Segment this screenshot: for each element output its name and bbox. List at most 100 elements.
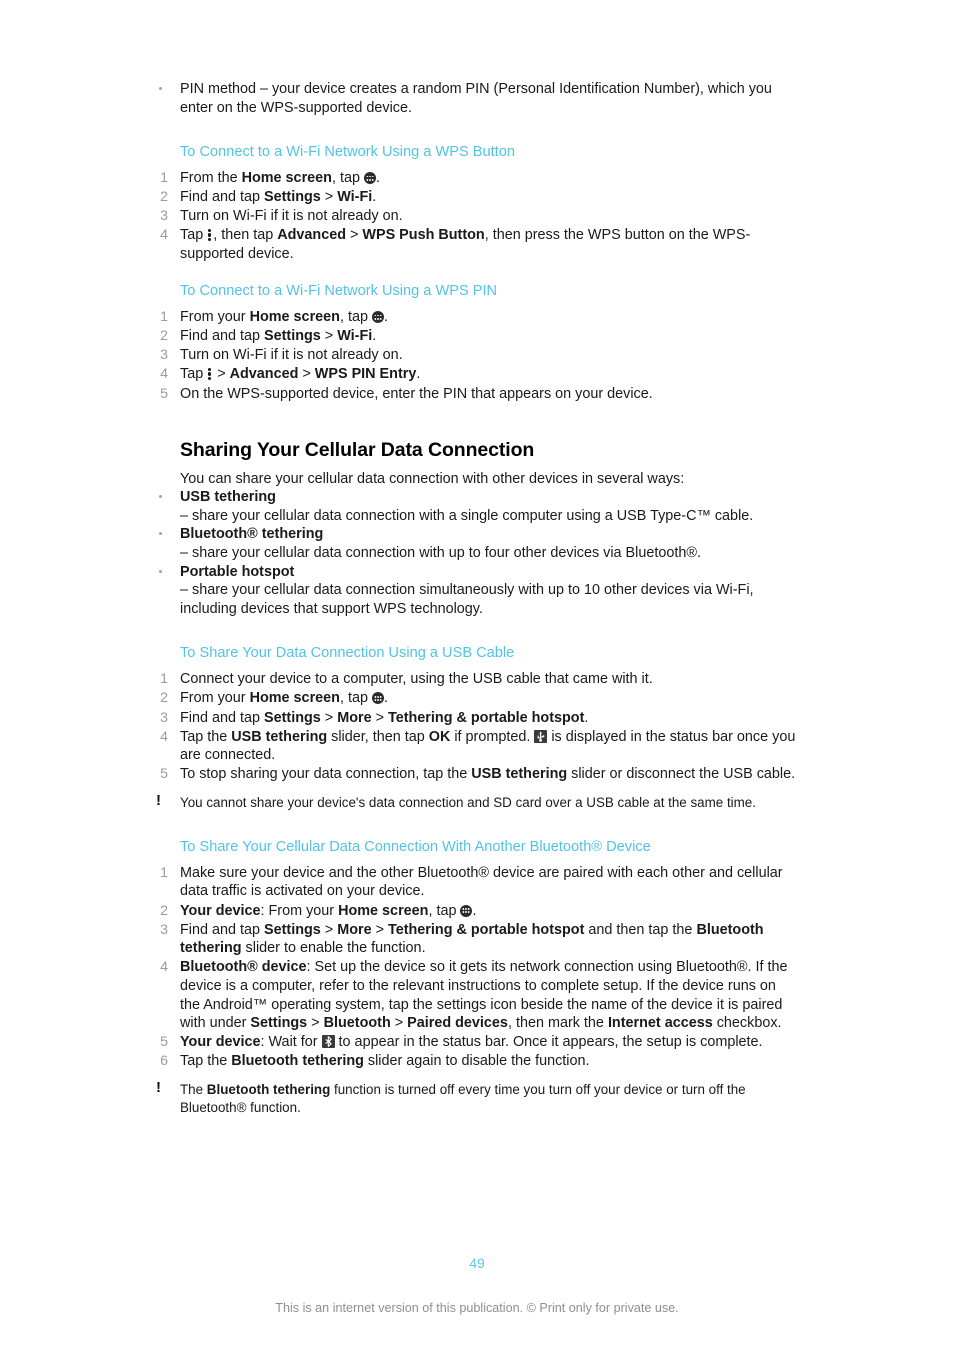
list-item: 1 Connect your device to a computer, usin… [150,670,798,689]
note-text: You cannot share your device's data conn… [180,795,756,810]
emphasis-text: Tethering & portable hotspot [388,709,585,726]
list-item: 3 Find and tap Settings > More > Tetherin… [150,709,798,728]
emphasis-text: Settings [264,921,321,938]
list-item-number: 2 [160,690,168,707]
list-item: 2 From your Home screen, tap . [150,689,798,708]
bullet-description: – share your cellular data connection wi… [180,507,754,524]
list-item-number: 3 [160,208,168,225]
list-item: 2 Your device: From your Home screen, tap… [150,902,798,921]
list-item: 1 Make sure your device and the other Blu… [150,864,798,901]
emphasis-text: Settings [250,1015,308,1032]
list-item-text: From your Home screen, tap . [180,690,388,706]
text-run: > [320,921,338,938]
list-item: 1 From your Home screen, tap . [150,308,798,327]
bullet-dot-icon [159,532,162,536]
text-run: . [416,366,421,383]
list-item-number: 3 [160,921,168,938]
emphasis-text: Settings [264,189,321,206]
text-run: slider to enable the function. [241,940,426,957]
list-item: 1 From the Home screen, tap . [150,169,798,188]
list-item-number: 3 [160,709,168,726]
list-item-text: Tap > Advanced > WPS PIN Entry. [180,366,420,382]
list-item: 3 Turn on Wi-Fi if it is not already on. [150,207,798,226]
text-run: . [383,309,388,326]
bluetooth-status-icon [321,1035,335,1049]
text-run: : Wait for [260,1034,322,1051]
bullet-description: – share your cellular data connection si… [180,582,754,617]
list-item: 4 Tap , then tap Advanced > WPS Push Butt… [150,226,798,263]
document-page: PIN method – your device creates a rando… [0,0,954,1350]
emphasis-text: Your device [180,1034,261,1051]
emphasis-text: Wi-Fi [337,189,373,206]
emphasis-text: USB tethering [471,766,568,783]
overflow-menu-icon [208,367,212,381]
emphasis-text: WPS Push Button [362,227,485,244]
text-run: slider, then tap [327,728,429,745]
sharing-methods-list: USB tethering – share your cellular data … [150,488,798,618]
list-item: 5 Your device: Wait for to appear in the … [150,1033,798,1052]
list-item: 5 To stop sharing your data connection, t… [150,765,798,784]
list-item: 2 Find and tap Settings > Wi-Fi. [150,327,798,346]
app-drawer-icon [371,692,384,705]
emphasis-text: Home screen [249,309,340,326]
exclamation-icon: ! [156,792,161,810]
exclamation-icon: ! [156,1079,161,1097]
bullet-term: Portable hotspot [180,563,295,580]
emphasis-text: Internet access [607,1015,713,1032]
list-item-number: 5 [160,766,168,783]
text-run: To stop sharing your data connection, ta… [180,766,472,783]
text-run: > [371,921,388,938]
text-run: Tap [180,227,208,244]
list-item: Bluetooth® tethering – share your cellula… [150,525,798,562]
text-run: . [472,902,477,919]
text-run: On the WPS-supported device, enter the P… [180,385,653,402]
list-item-text: To stop sharing your data connection, ta… [180,766,795,782]
emphasis-text: More [337,921,372,938]
text-run: From your [180,309,250,326]
list-item-text: Tap the USB tethering slider, then tap O… [180,729,795,764]
text-run: From the [180,170,242,187]
bullet-description: – share your cellular data connection wi… [180,545,701,561]
list-item-text: Tap the Bluetooth tethering slider again… [180,1053,590,1069]
section-heading-wps-pin: To Connect to a Wi-Fi Network Using a WP… [180,283,498,300]
list-item-number: 4 [160,227,168,244]
text-run: , then tap [213,227,278,244]
text-run: Find and tap [180,189,265,206]
text-run: if prompted. [450,728,535,745]
text-run: checkbox. [712,1015,782,1032]
text-run: , then mark the [507,1015,608,1032]
list-item: 3 Turn on Wi-Fi if it is not already on. [150,346,798,365]
list-item-number: 1 [160,671,168,688]
list-item-text: From the Home screen, tap . [180,170,380,186]
list-item-number: 1 [160,864,168,881]
steps-wps-button: 1 From the Home screen, tap . 2 Find and ta… [150,169,798,263]
list-item-text: Tap , then tap Advanced > WPS Push Butto… [180,227,750,262]
note-text: The Bluetooth tethering function is turn… [180,1082,746,1114]
emphasis-text: Advanced [229,366,299,383]
list-item-number: 5 [160,1034,168,1051]
list-item-number: 5 [160,385,168,402]
text-run: > [320,709,338,726]
list-item-text: On the WPS-supported device, enter the P… [180,386,653,402]
bullet-text: PIN method – your device creates a rando… [180,81,772,116]
app-drawer-icon [460,904,473,917]
emphasis-text: Home screen [241,170,332,187]
text-run: You cannot share your device's data conn… [180,795,756,811]
text-run: > [320,328,338,345]
bullet-dot-icon [159,569,162,573]
text-run: . [383,690,388,707]
list-item: Portable hotspot – share your cellular da… [150,563,798,619]
list-item-text: Find and tap Settings > Wi-Fi. [180,189,376,205]
page-title: Sharing Your Cellular Data Connection [180,438,535,461]
text-run: > [371,709,388,726]
text-run: and then tap the [584,921,697,938]
note-bluetooth: ! The Bluetooth tethering function is tu… [150,1079,798,1116]
emphasis-text: Bluetooth tethering [206,1082,331,1098]
text-run: . [372,328,377,345]
text-run: > [390,1015,408,1032]
section-heading-usb-cable: To Share Your Data Connection Using a US… [180,645,515,662]
